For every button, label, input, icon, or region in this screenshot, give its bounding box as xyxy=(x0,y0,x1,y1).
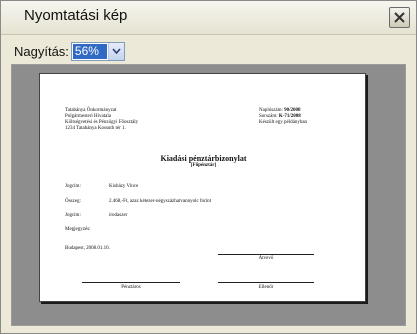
cashier-label: Pénztáros xyxy=(121,285,141,290)
field-label: Összeg: xyxy=(65,199,81,204)
journal-number-value: 90/2008 xyxy=(284,108,301,113)
field-label: Jogcím: xyxy=(65,213,81,218)
checker-label: Ellenőr xyxy=(258,285,274,290)
field-label: Megjegyzés: xyxy=(65,227,91,232)
meta-block: Naplószám: 90/2008 Sorszám: K-71/2008 Ké… xyxy=(259,108,307,126)
signature-line xyxy=(82,282,180,283)
chevron-down-icon xyxy=(112,48,121,54)
zoom-value[interactable]: 56% xyxy=(72,43,107,59)
receiver-label: Átvevő xyxy=(258,256,274,261)
close-icon xyxy=(394,12,405,23)
field-label: Jogcím: xyxy=(65,184,81,189)
document-title: Kiadási pénztárbizonylat xyxy=(160,154,247,163)
issuer-line: 1234 Tatabánya Kossuth tér 1. xyxy=(65,126,126,131)
copies-note: Készült egy példányban xyxy=(259,120,308,125)
zoom-row: Nagyítás: 56% xyxy=(14,41,125,61)
window-title: Nyomtatási kép xyxy=(24,7,128,24)
issuer-block: Tatabánya Önkormányzat Polgármesteri Hiv… xyxy=(65,108,138,132)
zoom-dropdown-button[interactable] xyxy=(107,42,124,60)
close-button[interactable] xyxy=(389,7,410,28)
serial-number-value: K-71/2008 xyxy=(278,114,301,119)
field-value: 2.468,-Ft, azaz kétezer-négyszázhatvanny… xyxy=(109,199,212,204)
signature-line xyxy=(218,254,314,255)
title-bar: Nyomtatási kép xyxy=(1,1,416,35)
journal-number-label: Naplószám: xyxy=(259,108,283,113)
print-preview-window: Nyomtatási kép Nagyítás: 56% Tatabánya Ö… xyxy=(0,0,417,334)
document-page: Tatabánya Önkormányzat Polgármesteri Hiv… xyxy=(39,73,366,302)
field-value: Kisházy Vince xyxy=(109,184,139,189)
zoom-label: Nagyítás: xyxy=(14,43,69,59)
document-subtitle: [Főpénztár] xyxy=(190,163,217,168)
signature-line xyxy=(218,282,314,283)
place-date: Budapest, 2008.01.10. xyxy=(65,246,110,251)
field-value: irodaszer xyxy=(109,213,128,218)
serial-number-label: Sorszám: xyxy=(259,114,278,119)
zoom-select[interactable]: 56% xyxy=(70,41,125,61)
